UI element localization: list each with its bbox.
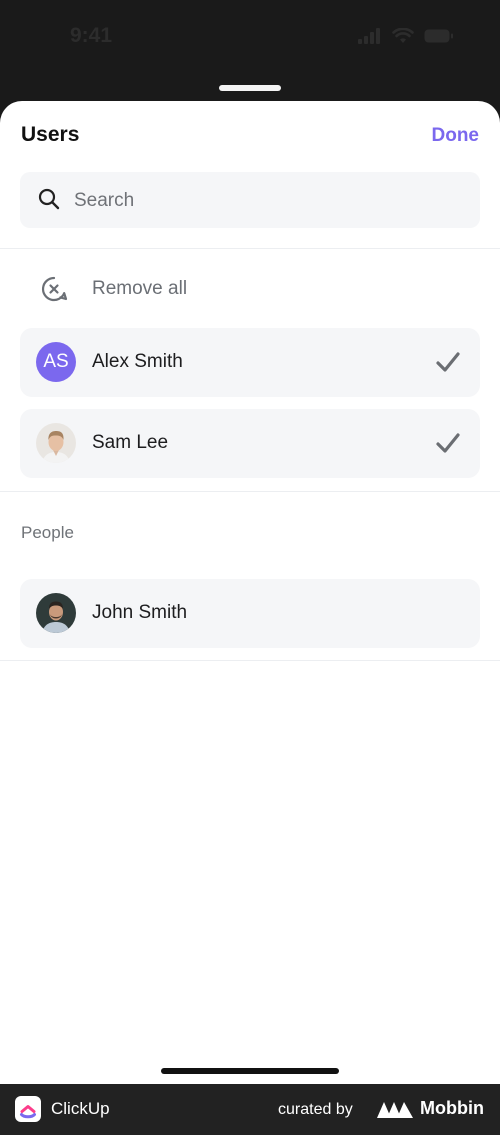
- sheet-grabber[interactable]: [219, 85, 281, 91]
- divider: [0, 248, 500, 249]
- checkmark-icon: [436, 352, 460, 372]
- remove-all-label: Remove all: [92, 278, 188, 299]
- user-name: Sam Lee: [92, 432, 169, 453]
- home-indicator: [161, 1068, 339, 1074]
- people-section-label: People: [21, 523, 74, 542]
- user-name: Alex Smith: [92, 351, 183, 372]
- status-time: 9:41: [70, 24, 113, 47]
- remove-all-button[interactable]: Remove all: [20, 261, 480, 317]
- search-icon: [38, 188, 60, 210]
- battery-icon: [424, 29, 453, 43]
- footer-brand: Mobbin: [420, 1098, 484, 1118]
- mobbin-logo-icon: [377, 1102, 413, 1118]
- footer-app-name: ClickUp: [51, 1099, 110, 1118]
- search-input[interactable]: [72, 172, 466, 230]
- search-field[interactable]: [20, 172, 480, 230]
- checkmark-icon: [436, 433, 460, 453]
- signal-icon: [358, 28, 380, 44]
- divider: [0, 491, 500, 492]
- wifi-icon: [392, 28, 414, 43]
- avatar: [36, 593, 76, 633]
- user-name: John Smith: [92, 602, 188, 623]
- avatar: AS: [36, 342, 76, 382]
- sheet-title: Users: [21, 123, 80, 146]
- done-button[interactable]: Done: [432, 125, 480, 147]
- user-photo: [36, 593, 76, 633]
- clickup-logo-icon: [15, 1096, 41, 1122]
- user-photo: [36, 423, 76, 463]
- status-icons: [358, 28, 454, 44]
- avatar: [36, 423, 76, 463]
- footer-bar: ClickUp curated by Mobbin: [0, 1084, 500, 1135]
- users-sheet: Users Done Remove all AS Alex Smith: [0, 101, 500, 1084]
- footer-curated-by: curated by: [278, 1101, 353, 1118]
- people-list-item[interactable]: John Smith: [20, 579, 480, 648]
- status-bar: 9:41: [0, 0, 500, 90]
- selected-user-row[interactable]: AS Alex Smith: [20, 328, 480, 397]
- remove-circle-icon: [42, 276, 68, 302]
- divider: [0, 660, 500, 661]
- selected-user-row[interactable]: Sam Lee: [20, 409, 480, 478]
